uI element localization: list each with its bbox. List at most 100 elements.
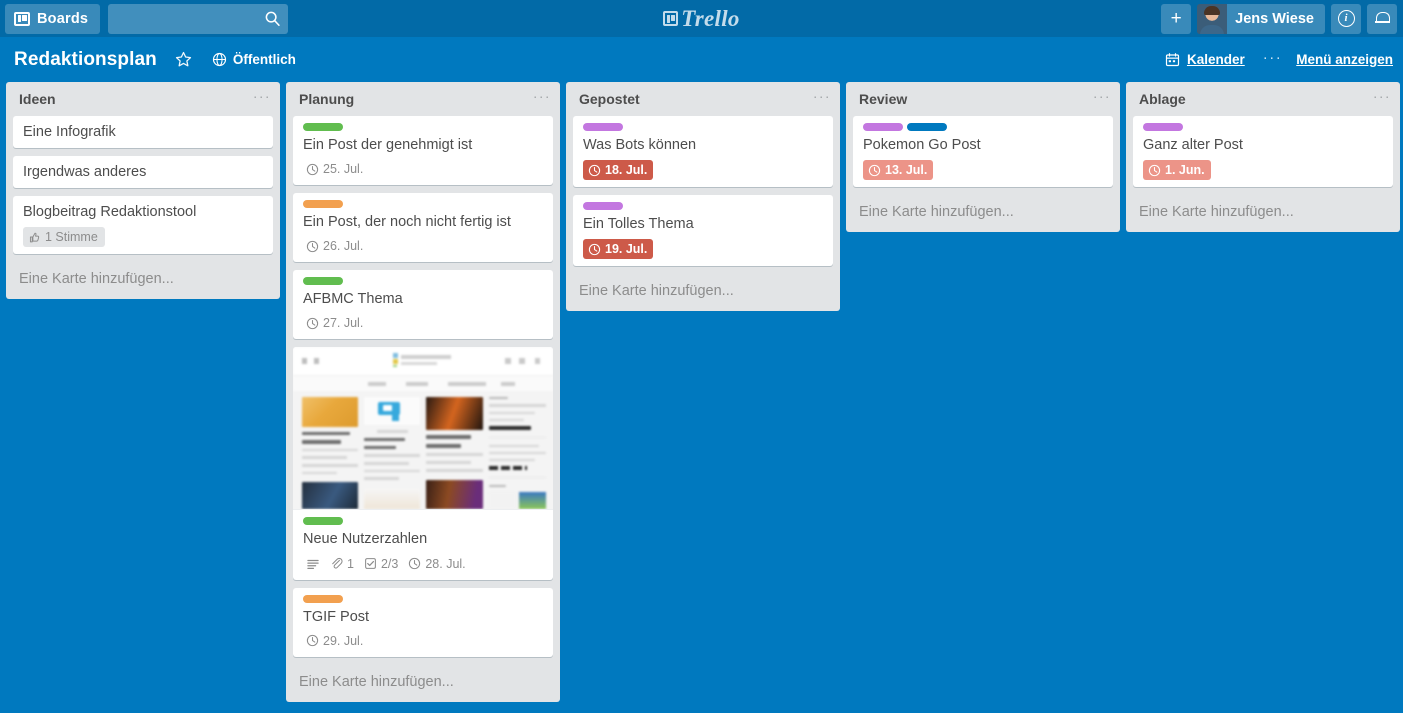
card-title: Ein Post, der noch nicht fertig ist bbox=[303, 214, 511, 231]
card-body: Irgendwas anderes bbox=[13, 156, 273, 188]
member-menu-button[interactable]: Jens Wiese bbox=[1197, 3, 1325, 34]
card-badge-due[interactable]: 25. Jul. bbox=[303, 160, 366, 178]
plus-icon: + bbox=[1170, 8, 1182, 29]
list-title[interactable]: Ablage bbox=[1139, 91, 1373, 107]
card[interactable]: Ein Tolles Thema 19. Jul. bbox=[573, 195, 833, 267]
card-label[interactable] bbox=[303, 594, 343, 603]
card-badge-checklist: 2/3 bbox=[361, 555, 401, 573]
card[interactable]: Neue Nutzerzahlen 1 2/3 28. Jul. bbox=[293, 347, 553, 580]
board-visibility-label: Öffentlich bbox=[232, 52, 296, 67]
list-menu-icon[interactable]: ··· bbox=[253, 89, 271, 109]
card-badge-due-overdue[interactable]: 18. Jul. bbox=[583, 160, 654, 181]
list-menu-icon[interactable]: ··· bbox=[533, 89, 551, 109]
card[interactable]: TGIF Post 29. Jul. bbox=[293, 587, 553, 657]
card-badge-vote[interactable]: 1 Stimme bbox=[23, 227, 105, 248]
card[interactable]: Ein Post, der noch nicht fertig ist 26. … bbox=[293, 193, 553, 263]
card-title: Neue Nutzerzahlen bbox=[303, 531, 428, 548]
card-badge-due[interactable]: 28. Jul. bbox=[405, 555, 468, 573]
card-badge-due-overdue-soft[interactable]: 13. Jul. bbox=[863, 160, 934, 181]
card-badges: 29. Jul. bbox=[303, 632, 545, 650]
top-bar-right-group: + Jens Wiese i bbox=[1161, 3, 1397, 34]
card-label[interactable] bbox=[303, 277, 343, 286]
card-container: Ganz alter Post 1. Jun. bbox=[1126, 116, 1400, 195]
card[interactable]: Blogbeitrag Redaktionstool 1 Stimme bbox=[13, 196, 273, 255]
thumbs-up-icon bbox=[29, 232, 40, 243]
card-label[interactable] bbox=[303, 123, 343, 131]
show-menu-button[interactable]: Menü anzeigen bbox=[1296, 51, 1393, 69]
add-card-button[interactable]: Eine Karte hinzufügen... bbox=[286, 665, 560, 702]
card[interactable]: Irgendwas anderes bbox=[13, 156, 273, 189]
card-badge-due[interactable]: 29. Jul. bbox=[303, 632, 366, 650]
card-badge-attachment: 1 bbox=[327, 555, 357, 573]
card-label[interactable] bbox=[303, 517, 343, 526]
list-title[interactable]: Ideen bbox=[19, 91, 253, 107]
trello-logo-text: Trello bbox=[681, 5, 740, 31]
list-menu-icon[interactable]: ··· bbox=[813, 89, 831, 109]
list-title[interactable]: Review bbox=[859, 91, 1093, 107]
card[interactable]: Was Bots können 18. Jul. bbox=[573, 116, 833, 188]
info-button[interactable]: i bbox=[1331, 3, 1361, 34]
clock-icon bbox=[588, 164, 601, 176]
list-menu-icon[interactable]: ··· bbox=[1093, 89, 1111, 109]
add-card-button[interactable]: Eine Karte hinzufügen... bbox=[6, 262, 280, 299]
card-labels bbox=[303, 277, 545, 286]
card-labels bbox=[583, 123, 825, 131]
add-card-button[interactable]: Eine Karte hinzufügen... bbox=[846, 195, 1120, 232]
card-label[interactable] bbox=[303, 200, 343, 209]
card-badge-due-overdue-soft[interactable]: 1. Jun. bbox=[1143, 160, 1211, 181]
card-badge-text: 2/3 bbox=[380, 556, 399, 571]
card[interactable]: Ein Post der genehmigt ist 25. Jul. bbox=[293, 116, 553, 186]
search-icon[interactable] bbox=[264, 10, 281, 27]
board-title[interactable]: Redaktionsplan bbox=[14, 49, 157, 71]
card-badge-due[interactable]: 26. Jul. bbox=[303, 237, 366, 255]
clock-icon bbox=[868, 164, 881, 176]
card[interactable]: Ganz alter Post 1. Jun. bbox=[1133, 116, 1393, 188]
card-badge-text: 13. Jul. bbox=[885, 163, 928, 178]
checkbox-icon bbox=[365, 558, 376, 569]
board-icon bbox=[14, 11, 30, 26]
clock-icon bbox=[306, 240, 319, 252]
card-badges: 26. Jul. bbox=[303, 237, 545, 255]
star-icon[interactable] bbox=[175, 51, 192, 68]
avatar bbox=[1197, 3, 1228, 34]
card-label[interactable] bbox=[907, 123, 947, 131]
add-card-button[interactable]: Eine Karte hinzufügen... bbox=[1126, 195, 1400, 232]
clock-icon bbox=[306, 163, 319, 175]
list-menu-icon[interactable]: ··· bbox=[1373, 89, 1391, 109]
calendar-button[interactable]: Kalender bbox=[1165, 52, 1245, 67]
list-header: Ideen ··· bbox=[6, 82, 280, 116]
search-box[interactable] bbox=[108, 3, 289, 34]
card-label[interactable] bbox=[583, 123, 623, 131]
card[interactable]: AFBMC Thema 27. Jul. bbox=[293, 270, 553, 340]
card-badge-desc bbox=[303, 555, 323, 573]
header-ellipsis-icon: ··· bbox=[1262, 48, 1283, 66]
card-labels bbox=[303, 200, 545, 209]
boards-button[interactable]: Boards bbox=[5, 3, 101, 34]
list-header: Ablage ··· bbox=[1126, 82, 1400, 116]
trello-board-icon bbox=[663, 11, 679, 26]
card-badge-text: 1 Stimme bbox=[45, 230, 98, 245]
card-body: Eine Infografik bbox=[13, 116, 273, 148]
add-card-button[interactable]: Eine Karte hinzufügen... bbox=[566, 274, 840, 311]
card[interactable]: Eine Infografik bbox=[13, 116, 273, 149]
board-visibility-button[interactable]: Öffentlich bbox=[212, 52, 296, 67]
card-label[interactable] bbox=[583, 202, 623, 211]
card-badge-text: 27. Jul. bbox=[323, 316, 364, 331]
card-badge-text: 25. Jul. bbox=[323, 162, 364, 177]
card-label[interactable] bbox=[1143, 123, 1183, 131]
card-badge-due-overdue[interactable]: 19. Jul. bbox=[583, 239, 654, 260]
card[interactable]: Pokemon Go Post 13. Jul. bbox=[853, 116, 1113, 188]
list: Ablage ··· Ganz alter Post 1. Jun. Eine Ka… bbox=[1126, 82, 1400, 233]
board-canvas: Ideen ··· Eine Infografik Irgendwas andere… bbox=[0, 82, 1403, 713]
list: Planung ··· Ein Post der genehmigt ist 25… bbox=[286, 82, 560, 702]
card-label[interactable] bbox=[863, 123, 903, 131]
card-labels bbox=[863, 123, 1105, 131]
info-circle-icon: i bbox=[1337, 10, 1355, 27]
notifications-button[interactable] bbox=[1367, 3, 1397, 34]
add-button[interactable]: + bbox=[1161, 3, 1192, 34]
card-labels bbox=[583, 202, 825, 211]
card-badge-due[interactable]: 27. Jul. bbox=[303, 314, 366, 332]
list-title[interactable]: Planung bbox=[299, 91, 533, 107]
list-title[interactable]: Gepostet bbox=[579, 91, 813, 107]
search-input[interactable] bbox=[108, 3, 289, 34]
